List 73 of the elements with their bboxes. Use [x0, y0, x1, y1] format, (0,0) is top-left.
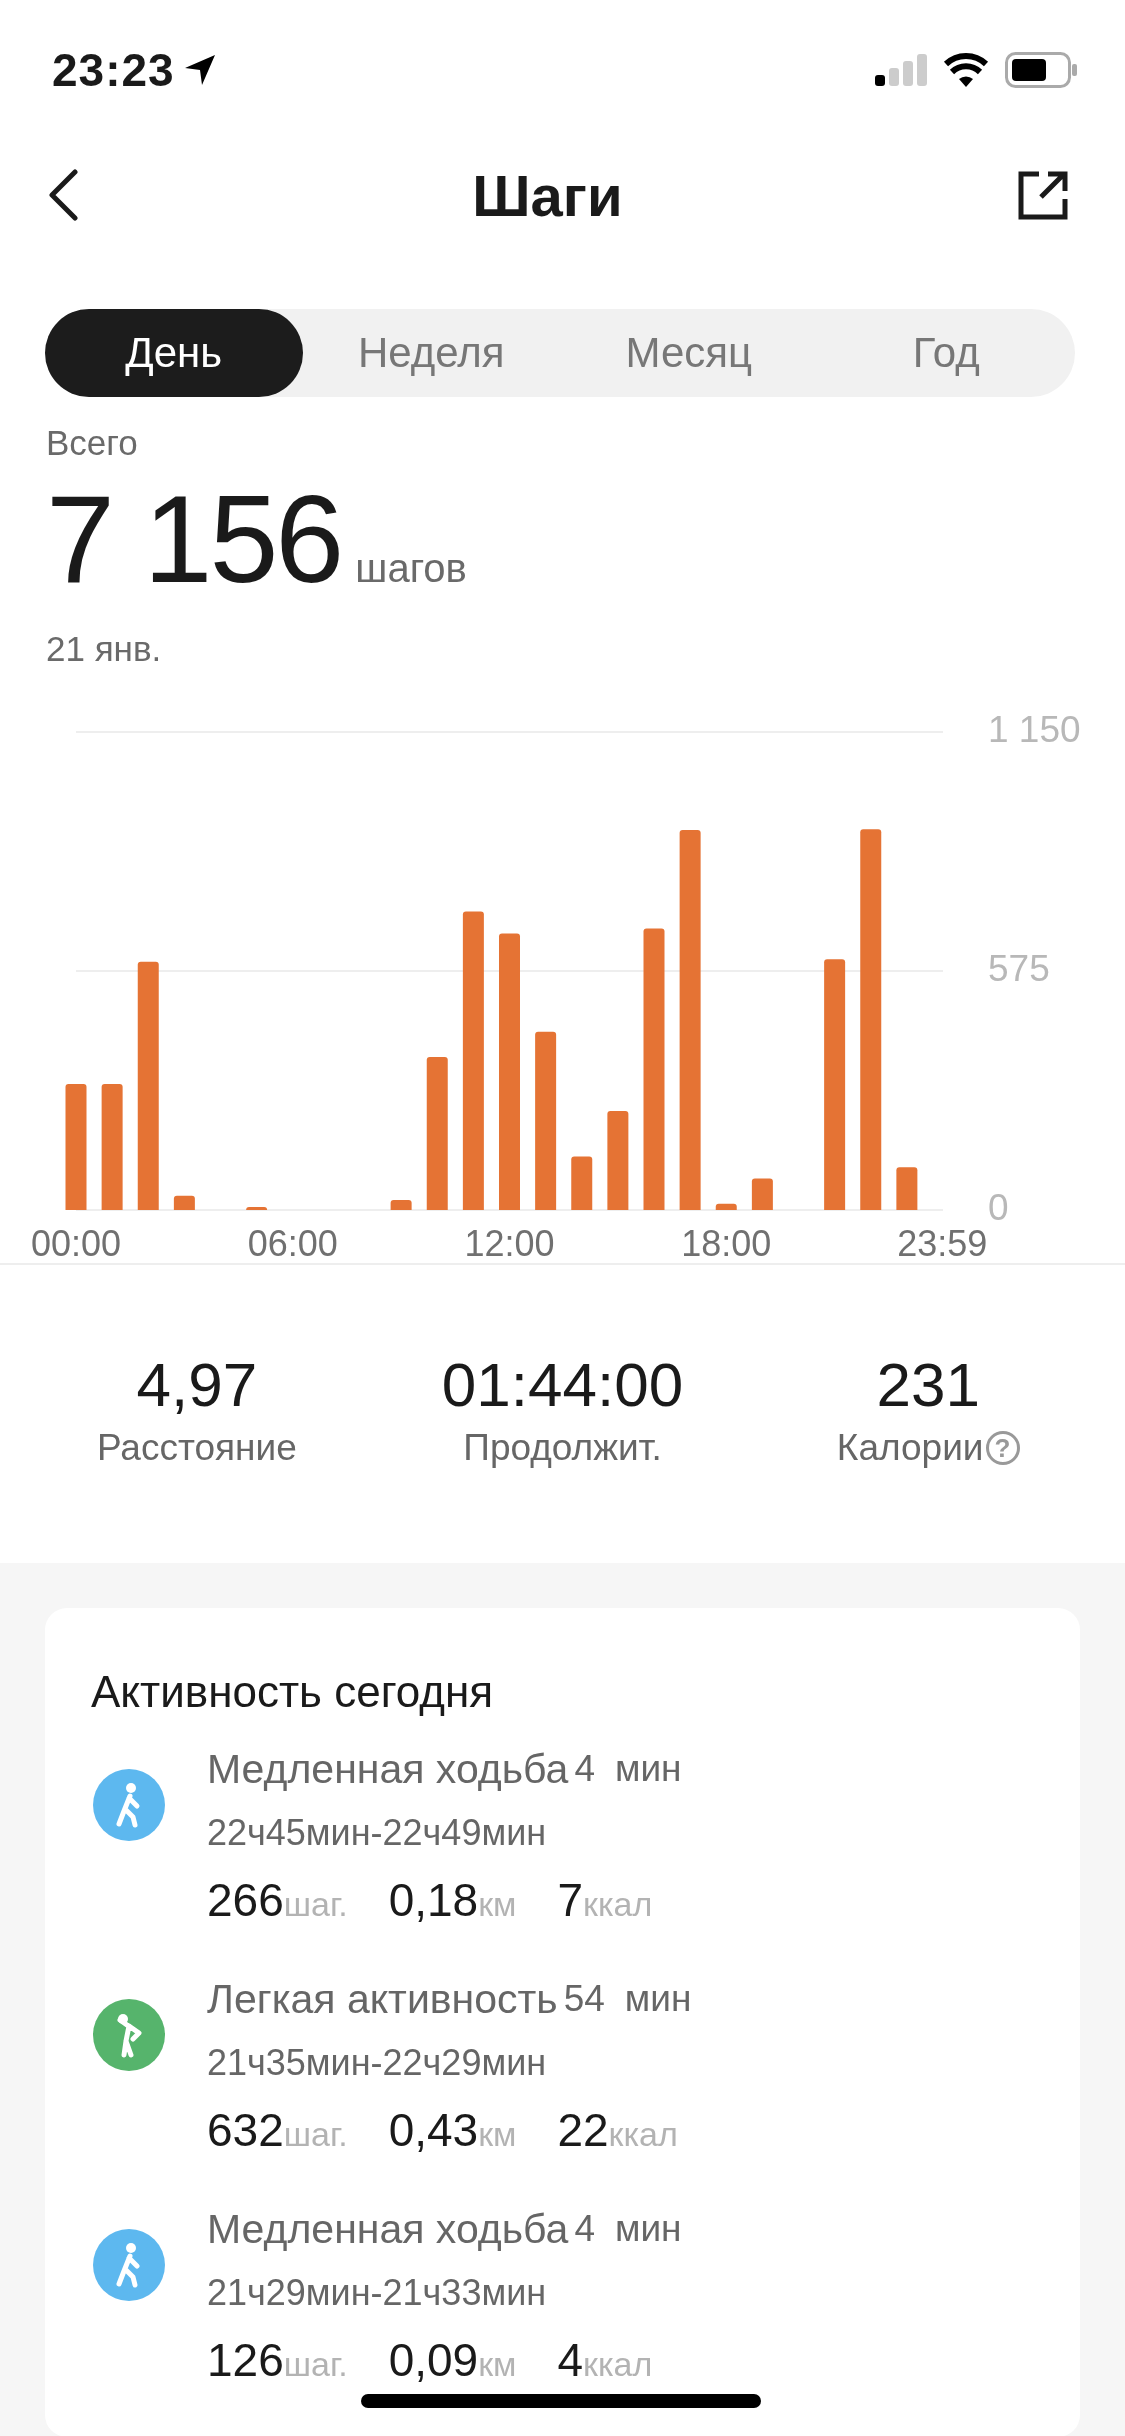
activity-name: Медленная ходьба	[207, 2205, 569, 2253]
date-label: 21 янв.	[46, 628, 162, 670]
section-title: Активность сегодня	[91, 1666, 495, 1718]
axis-label: 12:00	[464, 1222, 555, 1263]
activity-duration: 54	[563, 1978, 605, 2020]
chart-bar	[390, 1200, 412, 1210]
back-icon	[48, 169, 78, 221]
wifi-icon	[943, 53, 989, 87]
status-time: 23:23	[52, 43, 175, 97]
metric-value: 22	[557, 2103, 609, 2157]
chart-bar	[896, 1167, 918, 1210]
unit-label: шаг.	[283, 2115, 348, 2154]
help-icon[interactable]: ?	[985, 1431, 1020, 1465]
unit-label: км	[478, 2345, 517, 2384]
unit-label: шагов	[355, 546, 467, 591]
period-tab[interactable]: Неделя	[302, 309, 560, 397]
axis-label: 575	[988, 947, 1050, 989]
unit-label: шаг.	[283, 2345, 348, 2384]
unit-label: мин	[615, 1748, 682, 1790]
activity-time-range: 21ч35мин-22ч29мин	[207, 2042, 547, 2084]
axis-label: 18:00	[681, 1222, 772, 1263]
axis-label: 00:00	[30, 1222, 122, 1263]
metric-value: 7	[557, 1873, 583, 1927]
unit-label: шаг.	[283, 1885, 348, 1924]
metric-value: 266	[207, 1873, 284, 1927]
step-total: 7 156	[46, 479, 342, 599]
battery-icon	[1005, 52, 1077, 88]
unit-label: ккал	[583, 2345, 653, 2384]
activity-name: Медленная ходьба	[207, 1745, 569, 1793]
stat-label: Расстояние	[96, 1427, 297, 1469]
chart-bar	[173, 1195, 195, 1210]
unit-label: мин	[615, 2208, 682, 2250]
total-label: Всего	[46, 422, 139, 464]
standing-person-icon	[93, 1999, 165, 2071]
activity-name: Легкая активность	[207, 1975, 558, 2023]
stat-value: 01:44:00	[441, 1353, 684, 1417]
page-title: Шаги	[472, 161, 623, 229]
metric-value: 126	[207, 2333, 284, 2387]
share-button[interactable]	[1017, 170, 1069, 220]
unit-label: мин	[624, 1978, 692, 2020]
stat-value: 4,97	[136, 1353, 258, 1417]
chart-bar	[571, 1156, 593, 1210]
period-tab[interactable]: Месяц	[560, 309, 818, 397]
metric-value: 0,43	[388, 2103, 479, 2157]
unit-label: ккал	[608, 2115, 678, 2154]
chart-bar	[715, 1203, 737, 1210]
unit-label: км	[478, 1885, 517, 1924]
period-tab[interactable]: День	[45, 309, 303, 397]
stat-label: Продолжит.	[463, 1427, 662, 1469]
share-icon	[1017, 170, 1069, 220]
signal-icon	[875, 54, 927, 86]
chart-bar	[246, 1207, 268, 1210]
metric-value: 4	[557, 2333, 583, 2387]
activity-time-range: 22ч45мин-22ч49мин	[207, 1812, 547, 1854]
walking-person-icon	[93, 2229, 165, 2301]
walking-person-icon	[93, 1769, 165, 1841]
activity-duration: 4	[574, 1748, 595, 1790]
unit-label: ккал	[583, 1885, 653, 1924]
activity-duration: 4	[574, 2208, 595, 2250]
period-tab[interactable]: Год	[817, 309, 1075, 397]
chart-bar	[751, 1178, 773, 1210]
axis-label: 06:00	[247, 1222, 338, 1263]
unit-label: км	[478, 2115, 517, 2154]
stat-value: 231	[876, 1353, 980, 1417]
axis-label: 23:59	[897, 1222, 988, 1263]
metric-value: 0,09	[388, 2333, 479, 2387]
axis-label: 1 150	[988, 708, 1081, 750]
axis-label: 0	[988, 1186, 1009, 1228]
back-button[interactable]	[48, 169, 78, 221]
activity-time-range: 21ч29мин-21ч33мин	[207, 2272, 547, 2314]
stat-label: Калории	[836, 1427, 984, 1469]
metric-value: 0,18	[388, 1873, 479, 1927]
metric-value: 632	[207, 2103, 284, 2157]
